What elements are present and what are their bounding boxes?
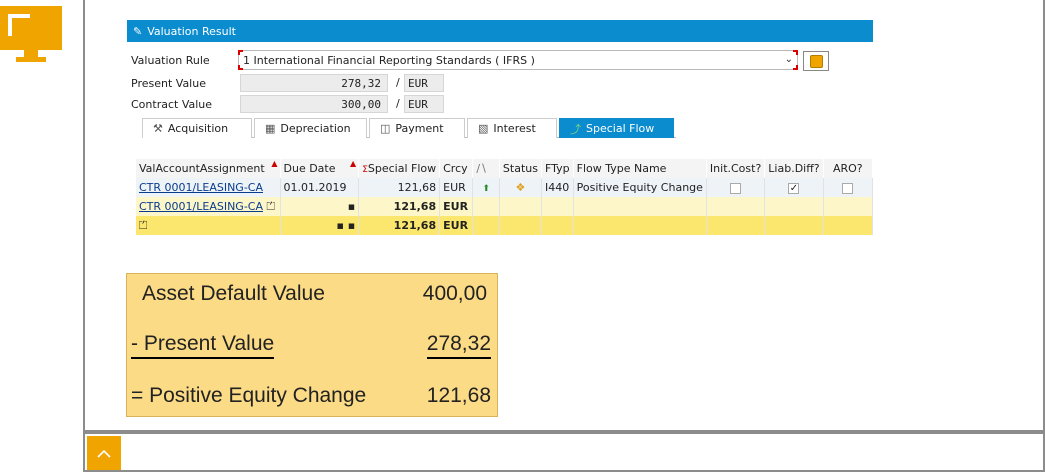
value-help-button[interactable] xyxy=(803,51,829,71)
col-header[interactable]: ARO? xyxy=(823,159,874,178)
total-currency: EUR xyxy=(439,216,474,235)
total-amount: 121,68 xyxy=(358,216,441,235)
interest-icon: ▧ xyxy=(478,122,489,135)
monitor-icon xyxy=(0,6,62,64)
tab-label: Depreciation xyxy=(280,122,351,135)
special-flow-cell: 121,68 xyxy=(358,178,441,197)
init-cost-checkbox[interactable] xyxy=(730,182,742,194)
calc-label: - Present Value xyxy=(131,332,275,359)
tab-label: Special Flow xyxy=(586,122,655,135)
required-marker xyxy=(793,65,798,70)
chevron-down-icon: ⌄ xyxy=(784,54,793,65)
col-header[interactable]: ΣSpecial Flow xyxy=(358,159,441,178)
present-value-row: Present Value xyxy=(127,74,237,93)
calc-label: Asset Default Value xyxy=(142,282,325,305)
separator: / xyxy=(396,97,400,110)
tab-strip: ⚒ Acquisition ▦ Depreciation ◫ Payment ▧… xyxy=(142,118,676,138)
panel-title: Valuation Result xyxy=(147,24,236,38)
tab-depreciation[interactable]: ▦ Depreciation xyxy=(254,118,367,138)
calc-value: 278,32 xyxy=(426,332,491,359)
tab-payment[interactable]: ◫ Payment xyxy=(369,118,465,138)
col-header[interactable]: Liab.Diff? xyxy=(764,159,824,178)
calc-value: 400,00 xyxy=(422,282,487,305)
contract-value-label: Contract Value xyxy=(131,98,213,111)
arrow-up-icon: ⬆ xyxy=(482,184,490,194)
calculation-box: Asset Default Value 400,00 - Present Val… xyxy=(126,273,498,417)
col-header[interactable]: ValAccountAssignment ▲ xyxy=(136,159,281,178)
bottom-bar xyxy=(83,432,1045,472)
liab-diff-checkbox[interactable]: ✓ xyxy=(788,182,800,194)
calc-line: = Positive Equity Change 121,68 xyxy=(131,384,491,408)
present-value-currency[interactable]: EUR xyxy=(404,74,444,92)
separator: / xyxy=(396,76,400,89)
flow-type-name-cell: Positive Equity Change xyxy=(573,178,707,197)
present-value-field[interactable]: 278,32 xyxy=(240,74,388,92)
valuation-rule-select[interactable]: 1 International Financial Reporting Stan… xyxy=(238,50,798,70)
depreciation-icon: ▦ xyxy=(265,122,276,135)
total-icon: ⏍ xyxy=(139,218,148,232)
subtotal-icon: ⏍ xyxy=(266,199,275,213)
col-header[interactable]: Status xyxy=(499,159,542,178)
tab-label: Interest xyxy=(493,122,536,135)
col-header[interactable]: FTyp xyxy=(541,159,574,178)
subtotal-amount: 121,68 xyxy=(358,197,441,216)
sort-up-icon: ▲ xyxy=(271,159,278,168)
value-help-icon xyxy=(809,54,823,68)
calc-line: Asset Default Value 400,00 xyxy=(142,282,487,306)
status-icon: ❖ xyxy=(515,181,526,194)
tab-acquisition[interactable]: ⚒ Acquisition xyxy=(142,118,252,138)
subtotal-row[interactable]: CTR 0001/LEASING-CA ⏍ ▪ 121,68 EUR xyxy=(136,197,874,216)
valuation-rule-row: Valuation Rule xyxy=(127,51,237,70)
total-row[interactable]: ⏍ ▪ ▪ 121,68 EUR xyxy=(136,216,874,235)
calc-line: - Present Value 278,32 xyxy=(131,332,491,359)
required-marker xyxy=(793,50,798,55)
tab-label: Acquisition xyxy=(167,122,229,135)
tab-interest[interactable]: ▧ Interest xyxy=(467,118,557,138)
flow-type-cell: I440 xyxy=(541,178,574,197)
col-header[interactable]: ∕∖ xyxy=(472,159,500,178)
col-header[interactable]: Due Date ▲ xyxy=(280,159,360,178)
col-header[interactable]: Flow Type Name xyxy=(573,159,707,178)
col-header[interactable]: Crcy xyxy=(439,159,474,178)
chevron-up-icon xyxy=(97,449,111,458)
calc-label: = Positive Equity Change xyxy=(131,384,367,407)
currency-cell: EUR xyxy=(439,178,474,197)
required-marker xyxy=(238,65,243,70)
tab-label: Payment xyxy=(395,122,444,135)
total-marker: ▪ ▪ xyxy=(280,216,360,235)
panel-header-icon: ✎ xyxy=(133,24,143,38)
contract-value-currency[interactable]: EUR xyxy=(404,95,444,113)
present-value-label: Present Value xyxy=(131,77,206,90)
table-header-row: ValAccountAssignment ▲ Due Date ▲ ΣSpecial… xyxy=(136,159,874,178)
assignment-link[interactable]: CTR 0001/LEASING-CA xyxy=(139,200,263,213)
subtotal-marker: ▪ xyxy=(280,197,360,216)
sort-up-icon: ▲ xyxy=(350,159,357,168)
subtotal-currency: EUR xyxy=(439,197,474,216)
contract-value-row: Contract Value xyxy=(127,95,237,114)
valuation-rule-value: 1 International Financial Reporting Stan… xyxy=(243,53,535,67)
panel-header: ✎ Valuation Result xyxy=(127,20,873,42)
acquisition-icon: ⚒ xyxy=(153,122,163,135)
special-flow-table: ValAccountAssignment ▲ Due Date ▲ ΣSpecial… xyxy=(136,159,874,235)
calc-value: 121,68 xyxy=(426,384,491,407)
payment-icon: ◫ xyxy=(380,122,391,135)
valuation-rule-label: Valuation Rule xyxy=(131,54,210,67)
trend-icon: ∕∖ xyxy=(476,162,488,175)
tab-special-flow[interactable]: ⤴ Special Flow xyxy=(559,118,674,138)
col-header[interactable]: Init.Cost? xyxy=(706,159,766,178)
collapse-button[interactable] xyxy=(87,436,121,470)
aro-checkbox[interactable] xyxy=(842,182,854,194)
required-marker xyxy=(238,50,243,55)
assignment-link[interactable]: CTR 0001/LEASING-CA xyxy=(139,181,263,194)
table-row[interactable]: CTR 0001/LEASING-CA 01.01.2019 121,68 EU… xyxy=(136,178,874,197)
contract-value-field[interactable]: 300,00 xyxy=(240,95,388,113)
due-date-cell: 01.01.2019 xyxy=(280,178,360,197)
special-flow-icon: ⤴ xyxy=(570,122,581,136)
